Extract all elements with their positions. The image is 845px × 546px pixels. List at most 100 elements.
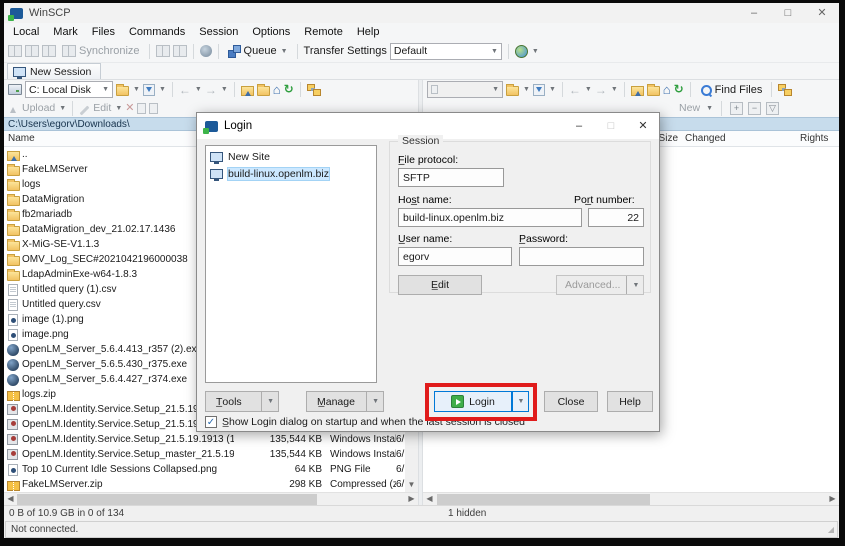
menu-item[interactable]: Help xyxy=(350,26,387,38)
transfer-settings-select[interactable]: Default ▼ xyxy=(390,43,502,60)
menu-item[interactable]: Local xyxy=(6,26,46,38)
menu-item[interactable]: Files xyxy=(85,26,122,38)
home-directory-icon[interactable]: ⌂ xyxy=(273,83,281,96)
remote-root-directory-icon[interactable] xyxy=(647,86,660,96)
root-directory-icon[interactable] xyxy=(257,86,270,96)
port-number-input[interactable]: 22 xyxy=(588,208,644,227)
session-color-globe-icon[interactable] xyxy=(515,45,528,58)
table-row[interactable]: OpenLM.Identity.Service.Setup_21.5.19.19… xyxy=(4,432,405,447)
parent-directory-icon[interactable] xyxy=(241,86,254,96)
site-list-item[interactable]: build-linux.openlm.biz xyxy=(206,165,376,182)
queue-button[interactable]: Queue ▼ xyxy=(225,44,291,58)
remote-forward-icon[interactable]: → xyxy=(595,84,607,96)
scroll-left-icon[interactable]: ◀ xyxy=(4,493,17,506)
manage-dropdown-arrow[interactable]: ▼ xyxy=(366,392,383,411)
select-plus-icon[interactable]: + xyxy=(730,102,743,115)
synchronize-button[interactable]: Synchronize xyxy=(59,44,143,58)
back-icon[interactable]: ← xyxy=(179,84,191,96)
refresh-icon[interactable]: ↻ xyxy=(284,83,294,96)
layout-panes-icon[interactable] xyxy=(8,45,22,57)
resize-grip[interactable]: ◢ xyxy=(828,525,834,534)
new-file-icon[interactable] xyxy=(149,103,158,114)
menu-item[interactable]: Commands xyxy=(122,26,192,38)
upload-arrow[interactable]: ▼ xyxy=(59,105,66,112)
drive-selector[interactable]: C: Local Disk ▼ xyxy=(25,81,113,98)
compare-icon[interactable] xyxy=(156,45,170,57)
column-header-rights[interactable]: Rights xyxy=(800,133,828,144)
layout-tree-icon[interactable] xyxy=(25,45,39,57)
menu-item[interactable]: Mark xyxy=(46,26,84,38)
menu-item[interactable]: Options xyxy=(245,26,297,38)
upload-button[interactable]: Upload xyxy=(22,102,55,114)
table-row[interactable]: FakeLMServer.zip 298 KB Compressed (zipp… xyxy=(4,477,405,492)
title-bar: WinSCP – □ ✕ xyxy=(4,3,839,23)
remote-synchronize-tree-icon[interactable] xyxy=(778,84,792,96)
remote-refresh-icon[interactable]: ↻ xyxy=(674,83,684,96)
select-mask-icon[interactable]: ▽ xyxy=(766,102,779,115)
layout-list-icon[interactable] xyxy=(42,45,56,57)
open-directory-icon[interactable] xyxy=(116,86,129,96)
help-button[interactable]: Help xyxy=(607,391,653,412)
password-input[interactable] xyxy=(519,247,644,266)
synchronize-browsing-tree-icon[interactable] xyxy=(307,84,321,96)
select-minus-icon[interactable]: − xyxy=(748,102,761,115)
forward-icon[interactable]: → xyxy=(205,84,217,96)
remote-parent-directory-icon[interactable] xyxy=(631,86,644,96)
table-row[interactable]: Top 10 Current Idle Sessions Collapsed.p… xyxy=(4,462,405,477)
column-header-name[interactable]: Name xyxy=(4,133,35,144)
filter-arrow[interactable]: ▼ xyxy=(159,86,166,93)
remote-horizontal-scrollbar[interactable]: ◀ ▶ xyxy=(423,492,839,505)
edit-session-button[interactable]: E̲dit xyxy=(398,275,482,295)
queue-dropdown-arrow[interactable]: ▼ xyxy=(281,48,288,55)
close-dialog-button[interactable]: Close xyxy=(544,391,598,412)
remote-open-directory-arrow[interactable]: ▼ xyxy=(523,86,530,93)
menu-item[interactable]: Session xyxy=(192,26,245,38)
remote-back-arrow[interactable]: ▼ xyxy=(585,86,592,93)
show-login-checkbox[interactable] xyxy=(205,416,217,428)
synchronize-browsing-icon[interactable] xyxy=(173,45,187,57)
back-arrow[interactable]: ▼ xyxy=(195,86,202,93)
close-button[interactable]: ✕ xyxy=(805,3,839,23)
remote-forward-arrow[interactable]: ▼ xyxy=(611,86,618,93)
filter-icon[interactable] xyxy=(143,84,155,96)
exe-icon xyxy=(7,359,19,371)
remote-scroll-right-icon[interactable]: ▶ xyxy=(826,493,839,506)
manage-button[interactable]: M̲anage ▼ xyxy=(306,391,384,412)
dialog-minimize-button[interactable]: – xyxy=(563,113,595,139)
minimize-button[interactable]: – xyxy=(737,3,771,23)
preferences-gear-icon[interactable] xyxy=(200,45,212,57)
table-row[interactable]: OpenLM.Identity.Service.Setup_master_21.… xyxy=(4,447,405,462)
remote-open-directory-icon[interactable] xyxy=(506,86,519,96)
local-horizontal-scrollbar[interactable]: ◀ ▶ xyxy=(4,492,418,505)
remote-scroll-left-icon[interactable]: ◀ xyxy=(423,493,436,506)
remote-filter-icon[interactable] xyxy=(533,84,545,96)
scroll-down-icon[interactable]: ▼ xyxy=(405,479,418,492)
file-protocol-select[interactable]: SFTP xyxy=(398,168,504,187)
remote-directory-selector[interactable]: ▼ xyxy=(427,81,503,98)
globe-dropdown-arrow[interactable]: ▼ xyxy=(532,48,539,55)
delete-icon[interactable]: ✕ xyxy=(125,102,134,114)
forward-arrow[interactable]: ▼ xyxy=(221,86,228,93)
properties-icon[interactable] xyxy=(137,103,146,114)
menu-item[interactable]: Remote xyxy=(297,26,350,38)
dialog-close-button[interactable]: ✕ xyxy=(627,113,659,139)
remote-home-directory-icon[interactable]: ⌂ xyxy=(663,83,671,96)
open-directory-arrow[interactable]: ▼ xyxy=(133,86,140,93)
edit-button[interactable]: Edit xyxy=(93,102,111,114)
tools-dropdown-arrow[interactable]: ▼ xyxy=(261,392,278,411)
host-name-input[interactable]: build-linux.openlm.biz xyxy=(398,208,582,227)
remote-filter-arrow[interactable]: ▼ xyxy=(549,86,556,93)
new-arrow[interactable]: ▼ xyxy=(706,105,713,112)
site-list-item[interactable]: New Site xyxy=(206,148,376,165)
column-header-changed[interactable]: Changed xyxy=(685,133,726,144)
tab-new-session[interactable]: New Session xyxy=(7,63,101,79)
edit-arrow[interactable]: ▼ xyxy=(115,105,122,112)
exe-icon xyxy=(7,374,19,386)
user-name-input[interactable]: egorv xyxy=(398,247,512,266)
tools-button[interactable]: T̲ools ▼ xyxy=(205,391,279,412)
find-files-button[interactable]: Find Files xyxy=(697,83,766,97)
remote-back-icon[interactable]: ← xyxy=(569,84,581,96)
maximize-button[interactable]: □ xyxy=(771,3,805,23)
scroll-right-icon[interactable]: ▶ xyxy=(405,493,418,506)
new-button[interactable]: New xyxy=(679,102,700,114)
